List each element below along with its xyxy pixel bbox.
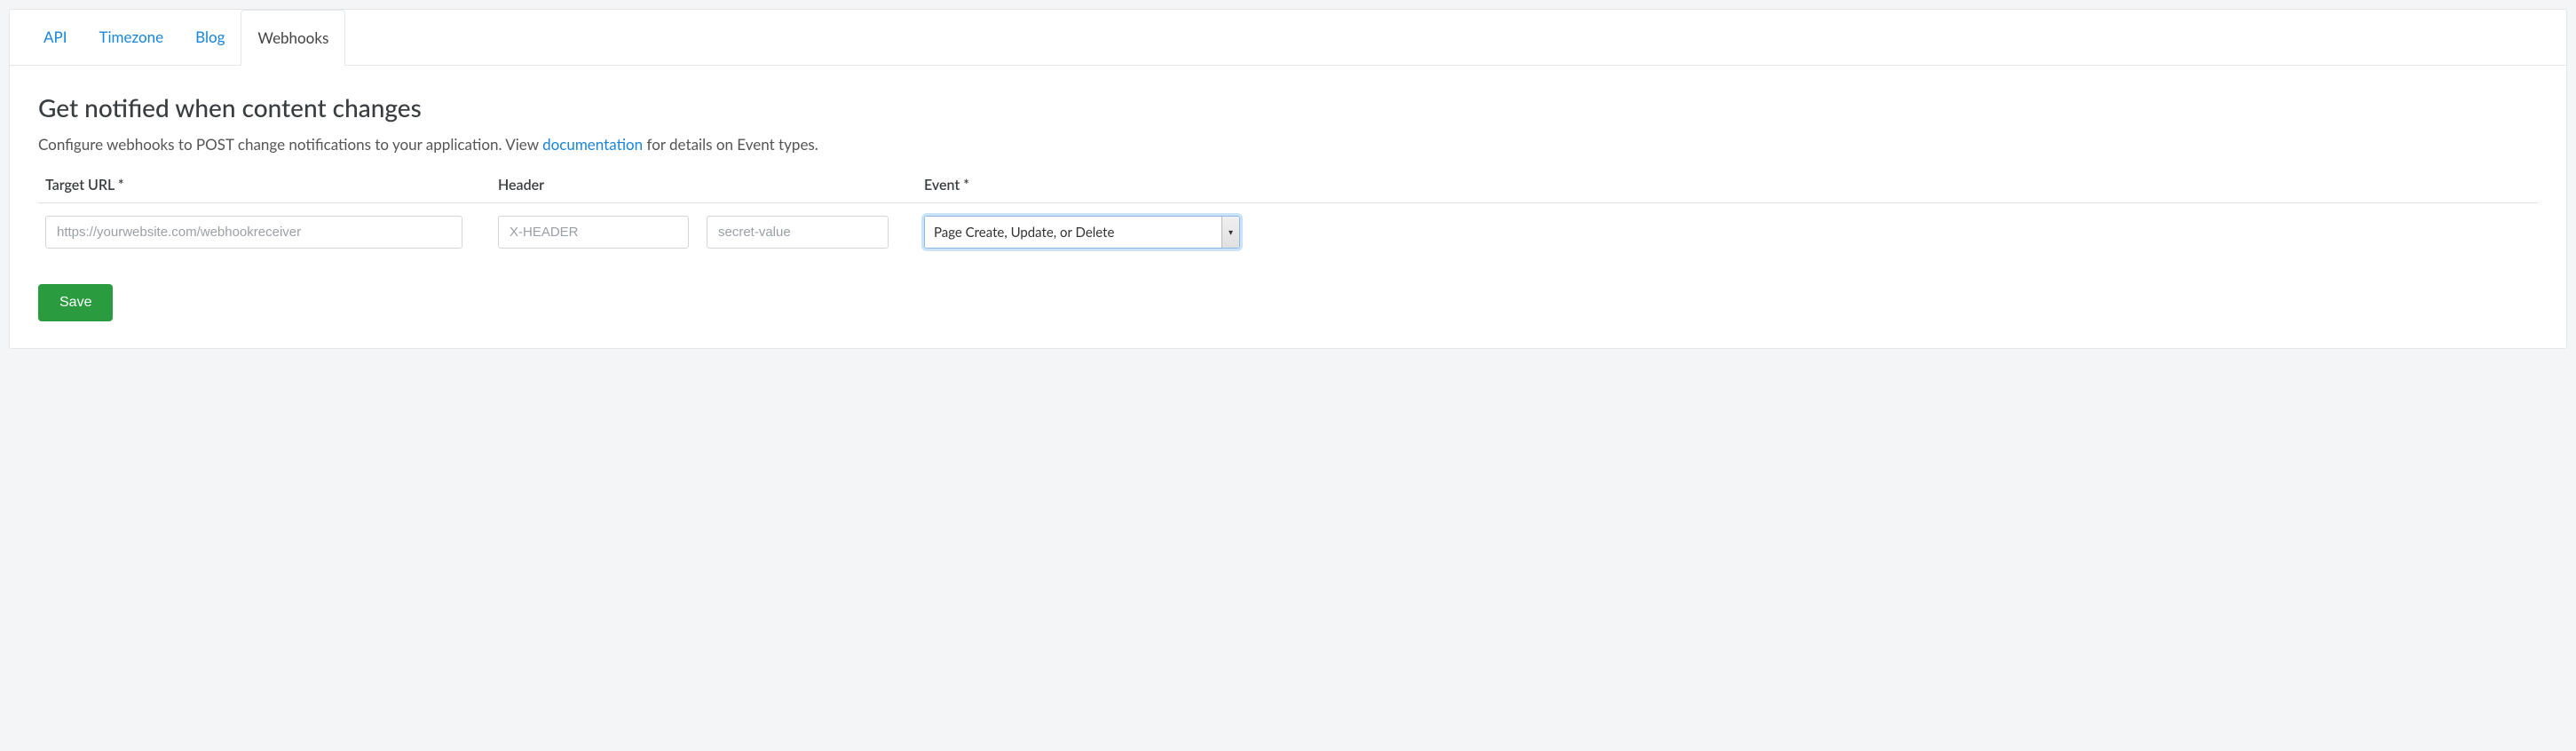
event-select-value: Page Create, Update, or Delete xyxy=(925,217,1221,248)
page-description: Configure webhooks to POST change notifi… xyxy=(38,135,2538,154)
tab-timezone[interactable]: Timezone xyxy=(83,10,179,66)
page-title: Get notified when content changes xyxy=(38,92,2538,123)
col-event-label: Event * xyxy=(924,177,2531,194)
tab-bar: API Timezone Blog Webhooks xyxy=(10,10,2566,66)
desc-post: for details on Event types. xyxy=(643,135,818,154)
documentation-link[interactable]: documentation xyxy=(542,135,643,154)
webhook-row: Page Create, Update, or Delete ▾ xyxy=(38,203,2538,249)
event-select[interactable]: Page Create, Update, or Delete ▾ xyxy=(924,216,1240,249)
tab-content: Get notified when content changes Config… xyxy=(10,66,2566,348)
chevron-down-icon: ▾ xyxy=(1221,217,1239,248)
tab-blog[interactable]: Blog xyxy=(179,10,241,66)
desc-pre: Configure webhooks to POST change notifi… xyxy=(38,135,542,154)
columns-header: Target URL * Header Event * xyxy=(38,177,2538,203)
settings-card: API Timezone Blog Webhooks Get notified … xyxy=(9,9,2567,349)
target-url-input[interactable] xyxy=(45,216,462,249)
tab-webhooks[interactable]: Webhooks xyxy=(241,10,345,66)
save-button[interactable]: Save xyxy=(38,284,113,321)
tab-api[interactable]: API xyxy=(28,10,83,66)
header-value-input[interactable] xyxy=(707,216,889,249)
col-header-label: Header xyxy=(498,177,906,194)
header-key-input[interactable] xyxy=(498,216,689,249)
col-target-label: Target URL * xyxy=(45,177,480,194)
